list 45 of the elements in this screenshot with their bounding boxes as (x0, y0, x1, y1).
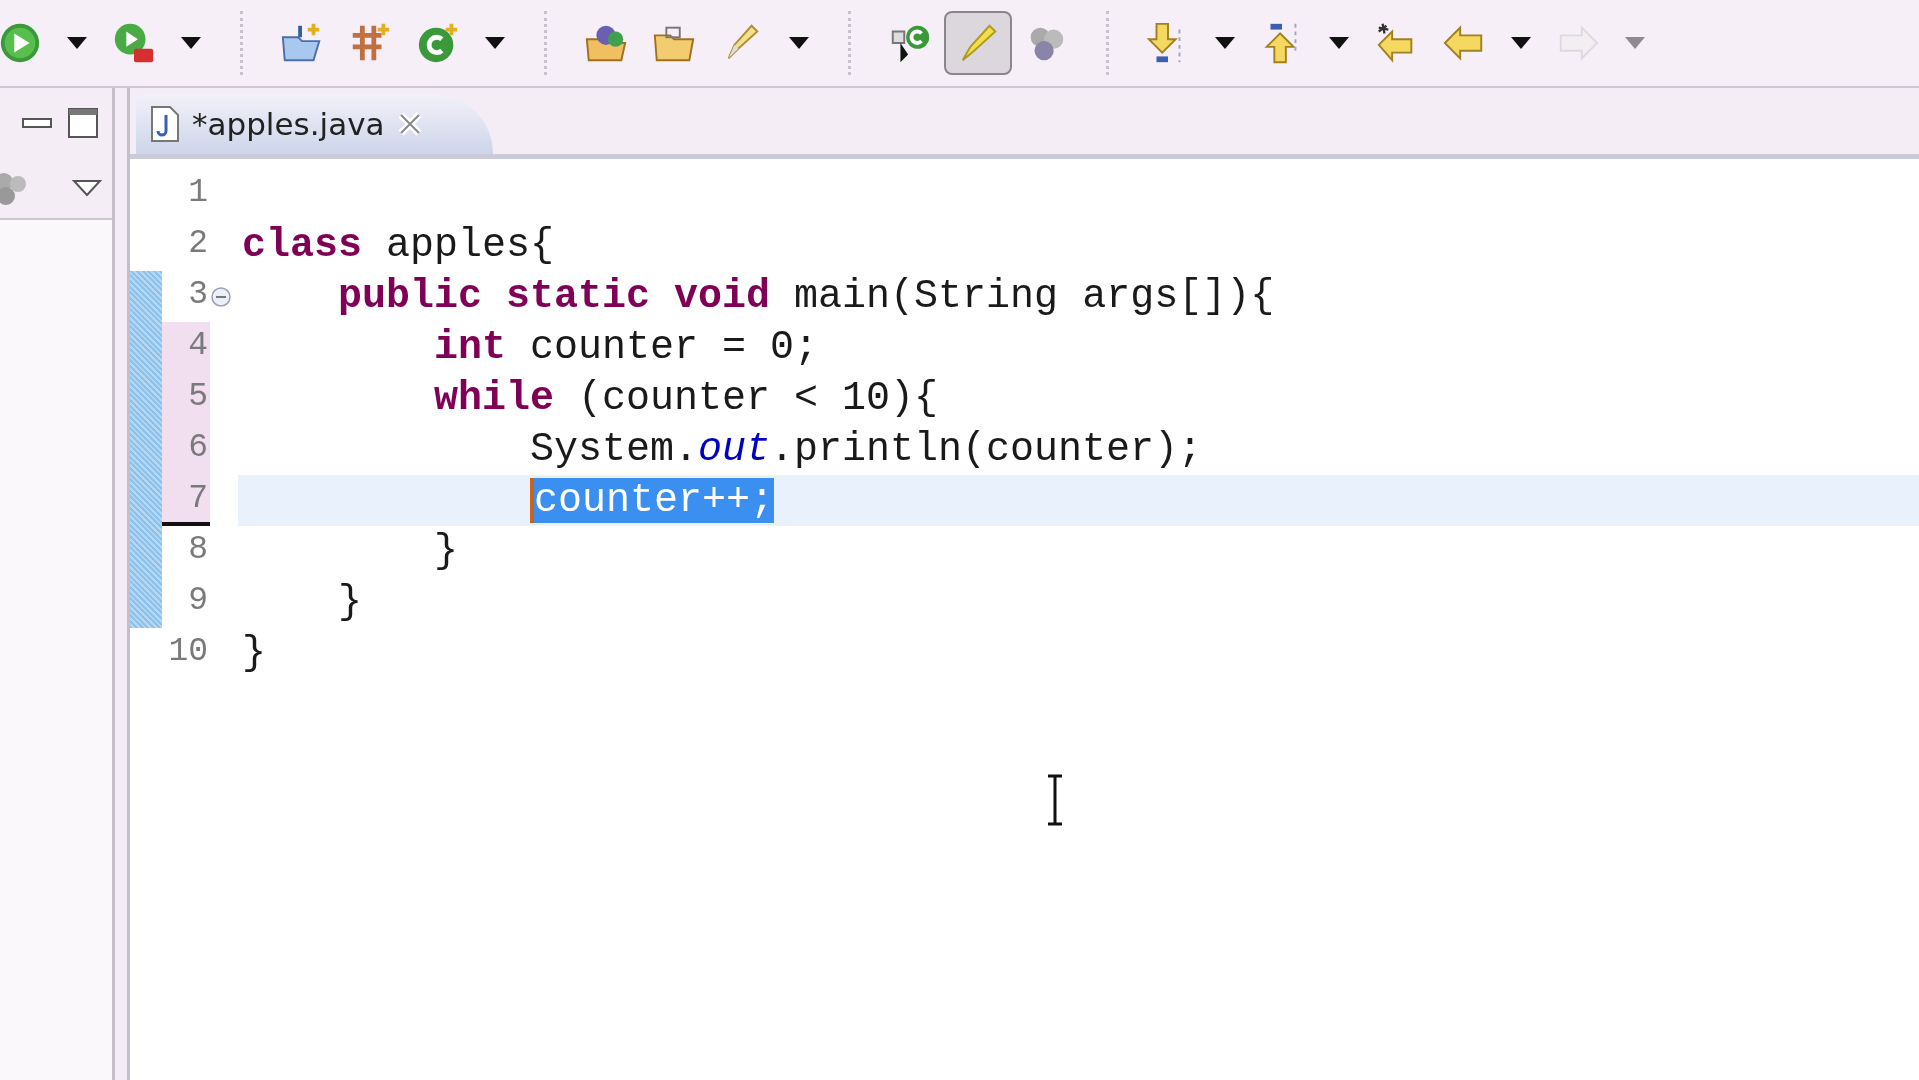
caret-icon (67, 37, 87, 49)
code-text: class (242, 223, 363, 268)
code-text: main(String args[]){ (793, 274, 1275, 319)
editor-tab[interactable]: *apples.java (136, 94, 493, 154)
fold-icon[interactable] (210, 285, 232, 308)
view-menu-button[interactable] (72, 179, 102, 197)
code-text: (counter < 10){ (577, 376, 939, 421)
caret-icon (1215, 37, 1235, 49)
line-number: 3 (188, 276, 208, 313)
code-text: while (434, 376, 555, 421)
code-text: int (434, 325, 506, 370)
line-number: 1 (188, 174, 208, 211)
code-text: .println(counter); (770, 427, 1203, 472)
triangle-down-icon (72, 179, 102, 197)
caret-icon (1329, 37, 1349, 49)
minimize-button[interactable] (22, 116, 52, 130)
minimize-icon (22, 116, 52, 130)
code-text: System. (530, 427, 699, 472)
text-cursor-icon (1046, 774, 1064, 826)
code-text: apples{ (385, 223, 555, 268)
code-text: counter = 0; (529, 325, 819, 370)
code-text: } (338, 580, 362, 625)
caret-icon (1625, 37, 1645, 49)
code-text: } (434, 529, 458, 574)
caret-icon (485, 37, 505, 49)
line-number: 7 (188, 480, 208, 517)
line-number: 6 (188, 429, 208, 466)
close-icon[interactable] (396, 111, 423, 137)
code-text: public static void (338, 274, 771, 319)
selected-code: counter++; (530, 478, 775, 523)
line-number: 4 (188, 327, 208, 364)
toolbar-button[interactable] (944, 11, 1012, 75)
code-text: out (698, 427, 771, 472)
line-number: 10 (168, 633, 208, 670)
caret-icon (1511, 37, 1531, 49)
code-text: } (242, 631, 266, 676)
line-number: 2 (188, 225, 208, 262)
maximize-icon (68, 108, 98, 138)
line-number: 8 (188, 531, 208, 568)
maximize-button[interactable] (68, 108, 98, 138)
java-file-icon (150, 105, 180, 143)
caret-icon (181, 37, 201, 49)
line-number: 9 (188, 582, 208, 619)
caret-icon (789, 37, 809, 49)
line-number: 5 (188, 378, 208, 415)
